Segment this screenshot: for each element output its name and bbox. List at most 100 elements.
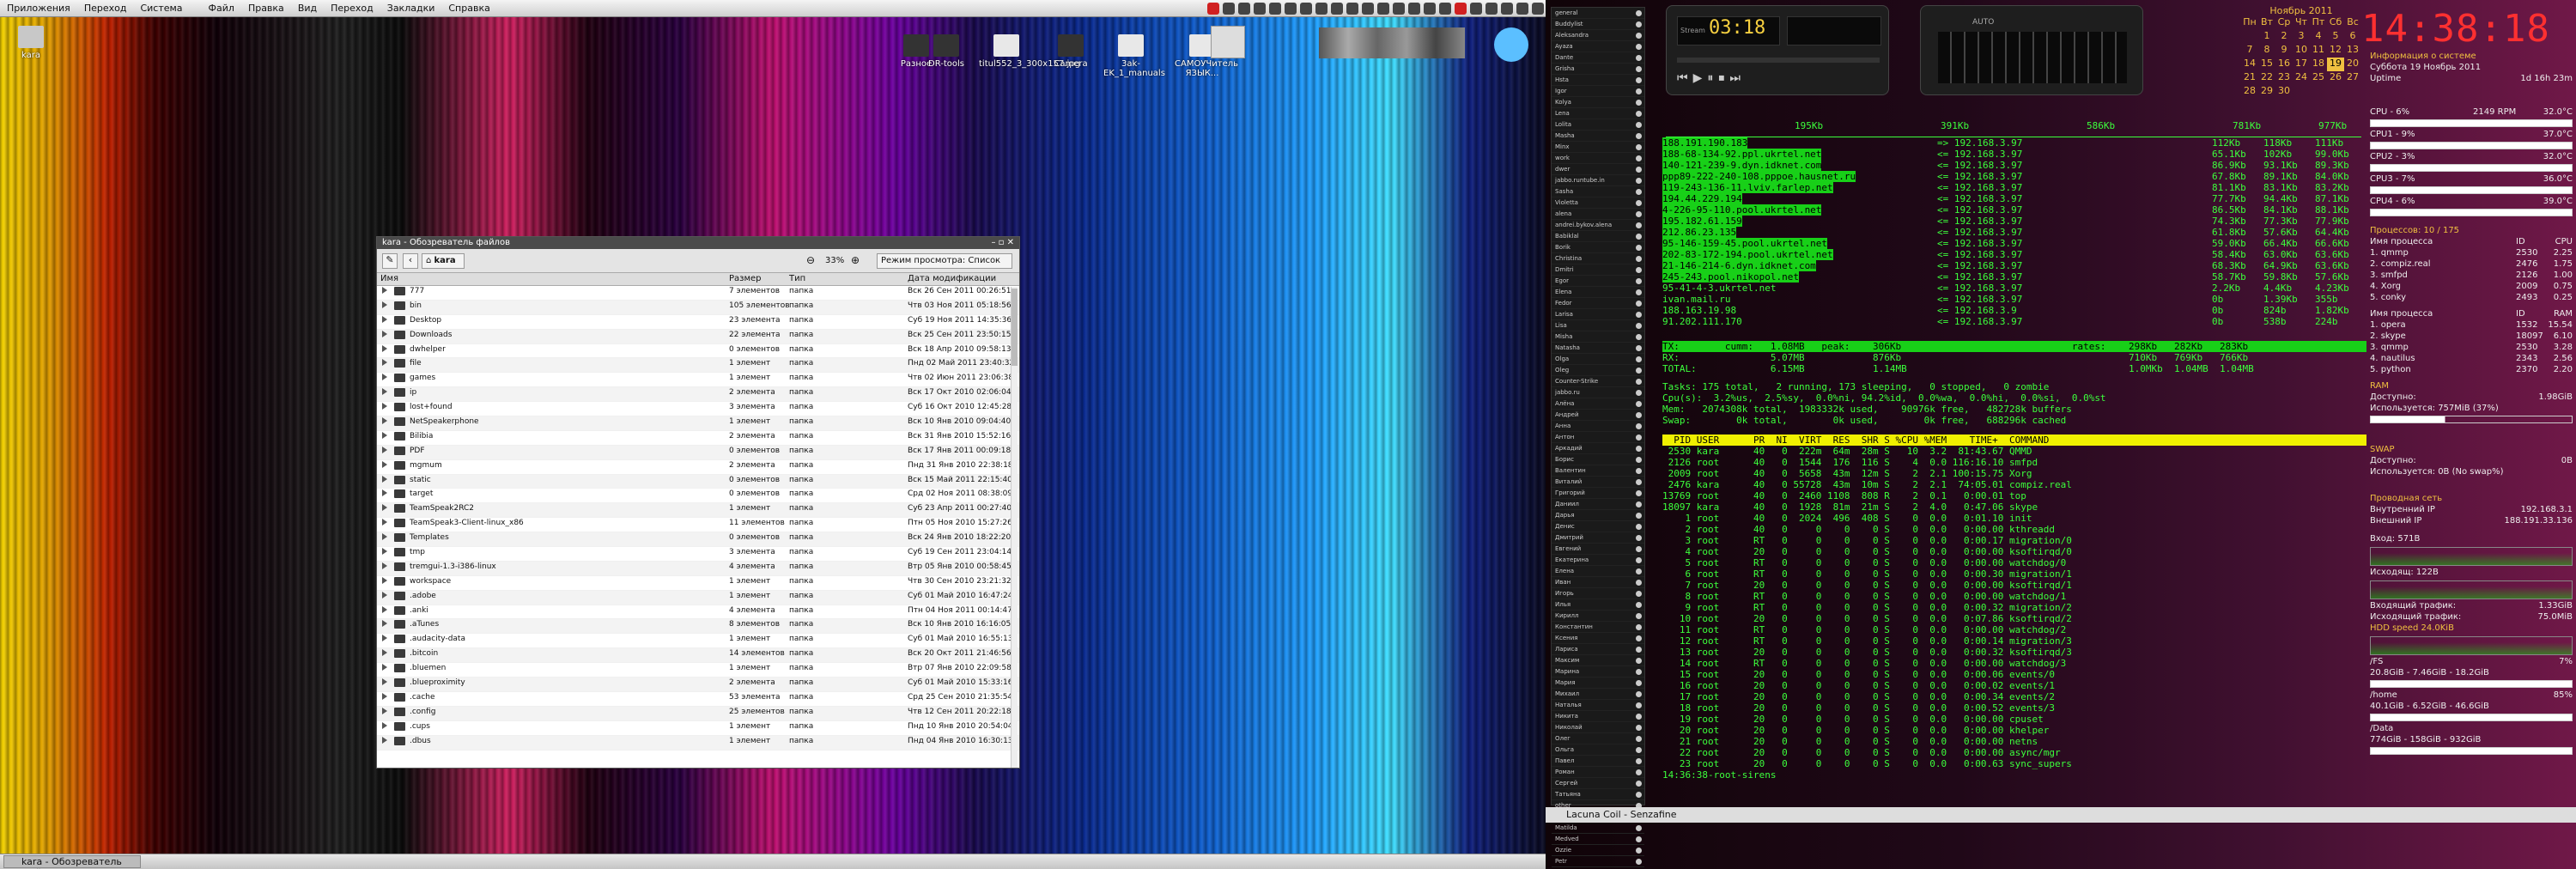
pdf-file-icon[interactable]	[1211, 26, 1245, 58]
tray-icon[interactable]	[1315, 2, 1327, 15]
calendar-day[interactable]: 21	[2241, 71, 2258, 85]
column-size[interactable]: Размер	[729, 274, 762, 283]
buddy-item[interactable]: Buddylist	[1552, 19, 1644, 30]
expander-icon[interactable]	[382, 605, 387, 613]
photo-thumbnails[interactable]	[1319, 27, 1465, 58]
file-row[interactable]: tremgui-1.3-i386-linux 4 элемента папка Втр…	[377, 561, 1019, 576]
buddy-item[interactable]: Lena	[1552, 108, 1644, 119]
buddy-item[interactable]: Григорий	[1552, 488, 1644, 499]
expander-icon[interactable]	[382, 475, 387, 483]
expander-icon[interactable]	[382, 315, 387, 323]
calendar-day[interactable]: 8	[2258, 44, 2275, 58]
file-row[interactable]: TeamSpeak2RC2 1 элемент папка Суб 23 Апр 20…	[377, 503, 1019, 519]
expander-icon[interactable]	[382, 460, 387, 468]
calendar-day[interactable]: 20	[2344, 58, 2361, 71]
tray-icon[interactable]	[1300, 2, 1312, 15]
expander-icon[interactable]	[382, 417, 387, 425]
tray-icon[interactable]	[1532, 2, 1544, 15]
expander-icon[interactable]	[382, 330, 387, 337]
buddy-item[interactable]: Илья	[1552, 599, 1644, 611]
buddy-item[interactable]: Елена	[1552, 566, 1644, 577]
buddy-item[interactable]: Christina	[1552, 253, 1644, 264]
file-row[interactable]: NetSpeakerphone 1 элемент папка Вск 10 Янв …	[377, 416, 1019, 431]
calendar-day[interactable]: 26	[2327, 71, 2344, 85]
buddy-item[interactable]: jabbo.runtube.in	[1552, 175, 1644, 186]
tray-icon[interactable]	[1501, 2, 1513, 15]
file-row[interactable]: workspace 1 элемент папка Чтв 30 Сен 2010 2…	[377, 576, 1019, 591]
buddy-item[interactable]: Larisa	[1552, 309, 1644, 320]
buddy-item[interactable]: Роман	[1552, 767, 1644, 778]
calendar-day[interactable]	[2327, 85, 2344, 99]
buddy-item[interactable]: Никита	[1552, 711, 1644, 722]
buddy-item[interactable]: Kolya	[1552, 97, 1644, 108]
menu-places[interactable]: Переход	[77, 3, 134, 14]
desktop-folder-icon[interactable]: DR-tools	[919, 34, 974, 69]
menu-help[interactable]: Справка	[441, 3, 496, 14]
file-row[interactable]: lost+found 3 элемента папка Суб 16 Окт 2010…	[377, 402, 1019, 417]
buddy-item[interactable]: Egor	[1552, 276, 1644, 287]
calendar-day[interactable]: 27	[2344, 71, 2361, 85]
desktop-image-icon[interactable]: titul552_3_300x157.jpg	[979, 34, 1080, 69]
buddy-item[interactable]: Лариса	[1552, 644, 1644, 655]
calendar-day[interactable]: 2	[2275, 30, 2293, 44]
buddy-item[interactable]: Максим	[1552, 655, 1644, 666]
expander-icon[interactable]	[382, 287, 387, 294]
calendar-day[interactable]: 23	[2275, 71, 2293, 85]
buddy-item[interactable]: Николай	[1552, 722, 1644, 733]
calendar-day[interactable]: 17	[2293, 58, 2310, 71]
expander-icon[interactable]	[382, 504, 387, 512]
expander-icon[interactable]	[382, 548, 387, 556]
tray-icon[interactable]	[1377, 2, 1389, 15]
menu-file[interactable]: Файл	[202, 3, 241, 14]
tray-icon[interactable]	[1331, 2, 1343, 15]
calendar-day[interactable]: 25	[2310, 71, 2327, 85]
calendar-day[interactable]: 7	[2241, 44, 2258, 58]
file-row[interactable]: .dbus 1 элемент папка Пнд 04 Янв 2010 16:30…	[377, 735, 1019, 750]
buddy-item[interactable]: andrei.bykov.alena	[1552, 220, 1644, 231]
buddy-item[interactable]: Ozzie	[1552, 845, 1644, 856]
calendar-day[interactable]: 29	[2258, 85, 2275, 99]
buddy-item[interactable]: Борис	[1552, 454, 1644, 465]
calendar-day[interactable]: 9	[2275, 44, 2293, 58]
window-titlebar[interactable]: kara - Обозреватель файлов – ▫ ✕	[377, 237, 1019, 249]
buddy-item[interactable]: Евгений	[1552, 544, 1644, 555]
file-row[interactable]: bin 105 элементов папка Чтв 03 Ноя 2011 05:…	[377, 300, 1019, 315]
expander-icon[interactable]	[382, 562, 387, 569]
buddy-item[interactable]: Fedor	[1552, 298, 1644, 309]
zoom-out-icon[interactable]: ⊖	[806, 254, 815, 266]
buddy-item[interactable]: Petr	[1552, 856, 1644, 867]
expander-icon[interactable]	[382, 301, 387, 308]
buddy-item[interactable]: Марина	[1552, 666, 1644, 678]
buddy-item[interactable]: Medved	[1552, 834, 1644, 845]
expander-icon[interactable]	[382, 620, 387, 628]
expander-icon[interactable]	[382, 591, 387, 599]
buddy-item[interactable]: Кирилл	[1552, 611, 1644, 622]
buddy-item[interactable]: Иван	[1552, 577, 1644, 588]
buddy-item[interactable]: Татьяна	[1552, 789, 1644, 800]
calendar-day[interactable]: 22	[2258, 71, 2275, 85]
scrollbar[interactable]	[1011, 287, 1018, 768]
expander-icon[interactable]	[382, 664, 387, 672]
taskbar-button[interactable]: kara - Обозреватель фай...	[3, 855, 141, 869]
expander-icon[interactable]	[382, 721, 387, 729]
expander-icon[interactable]	[382, 533, 387, 541]
view-mode-select[interactable]: Режим просмотра: Список	[877, 253, 1012, 269]
calendar-day[interactable]	[2293, 85, 2310, 99]
window-controls[interactable]: – ▫ ✕	[991, 237, 1019, 249]
buddy-item[interactable]: Анна	[1552, 421, 1644, 432]
menu-go[interactable]: Переход	[324, 3, 380, 14]
eq-sliders[interactable]	[1938, 32, 2127, 83]
file-row[interactable]: .cups 1 элемент папка Пнд 10 Янв 2010 20:54…	[377, 721, 1019, 736]
buddy-item[interactable]: Sasha	[1552, 186, 1644, 198]
buddy-item[interactable]: Igor	[1552, 86, 1644, 97]
file-row[interactable]: Downloads 22 элемента папка Вск 25 Сен 2011…	[377, 329, 1019, 344]
file-row[interactable]: TeamSpeak3-Client-linux_x86 11 элементов п…	[377, 518, 1019, 533]
buddy-item[interactable]: Мария	[1552, 678, 1644, 689]
calendar-day[interactable]: 3	[2293, 30, 2310, 44]
calendar-day[interactable]: 15	[2258, 58, 2275, 71]
file-row[interactable]: Bilibia 2 элемента папка Вск 31 Янв 2010 15…	[377, 431, 1019, 446]
file-row[interactable]: mgmum 2 элемента папка Пнд 31 Янв 2010 22:3…	[377, 460, 1019, 475]
buddy-item[interactable]: Константин	[1552, 622, 1644, 633]
file-row[interactable]: Templates 0 элементов папка Вск 24 Янв 2010…	[377, 532, 1019, 548]
calendar-day[interactable]: 6	[2344, 30, 2361, 44]
